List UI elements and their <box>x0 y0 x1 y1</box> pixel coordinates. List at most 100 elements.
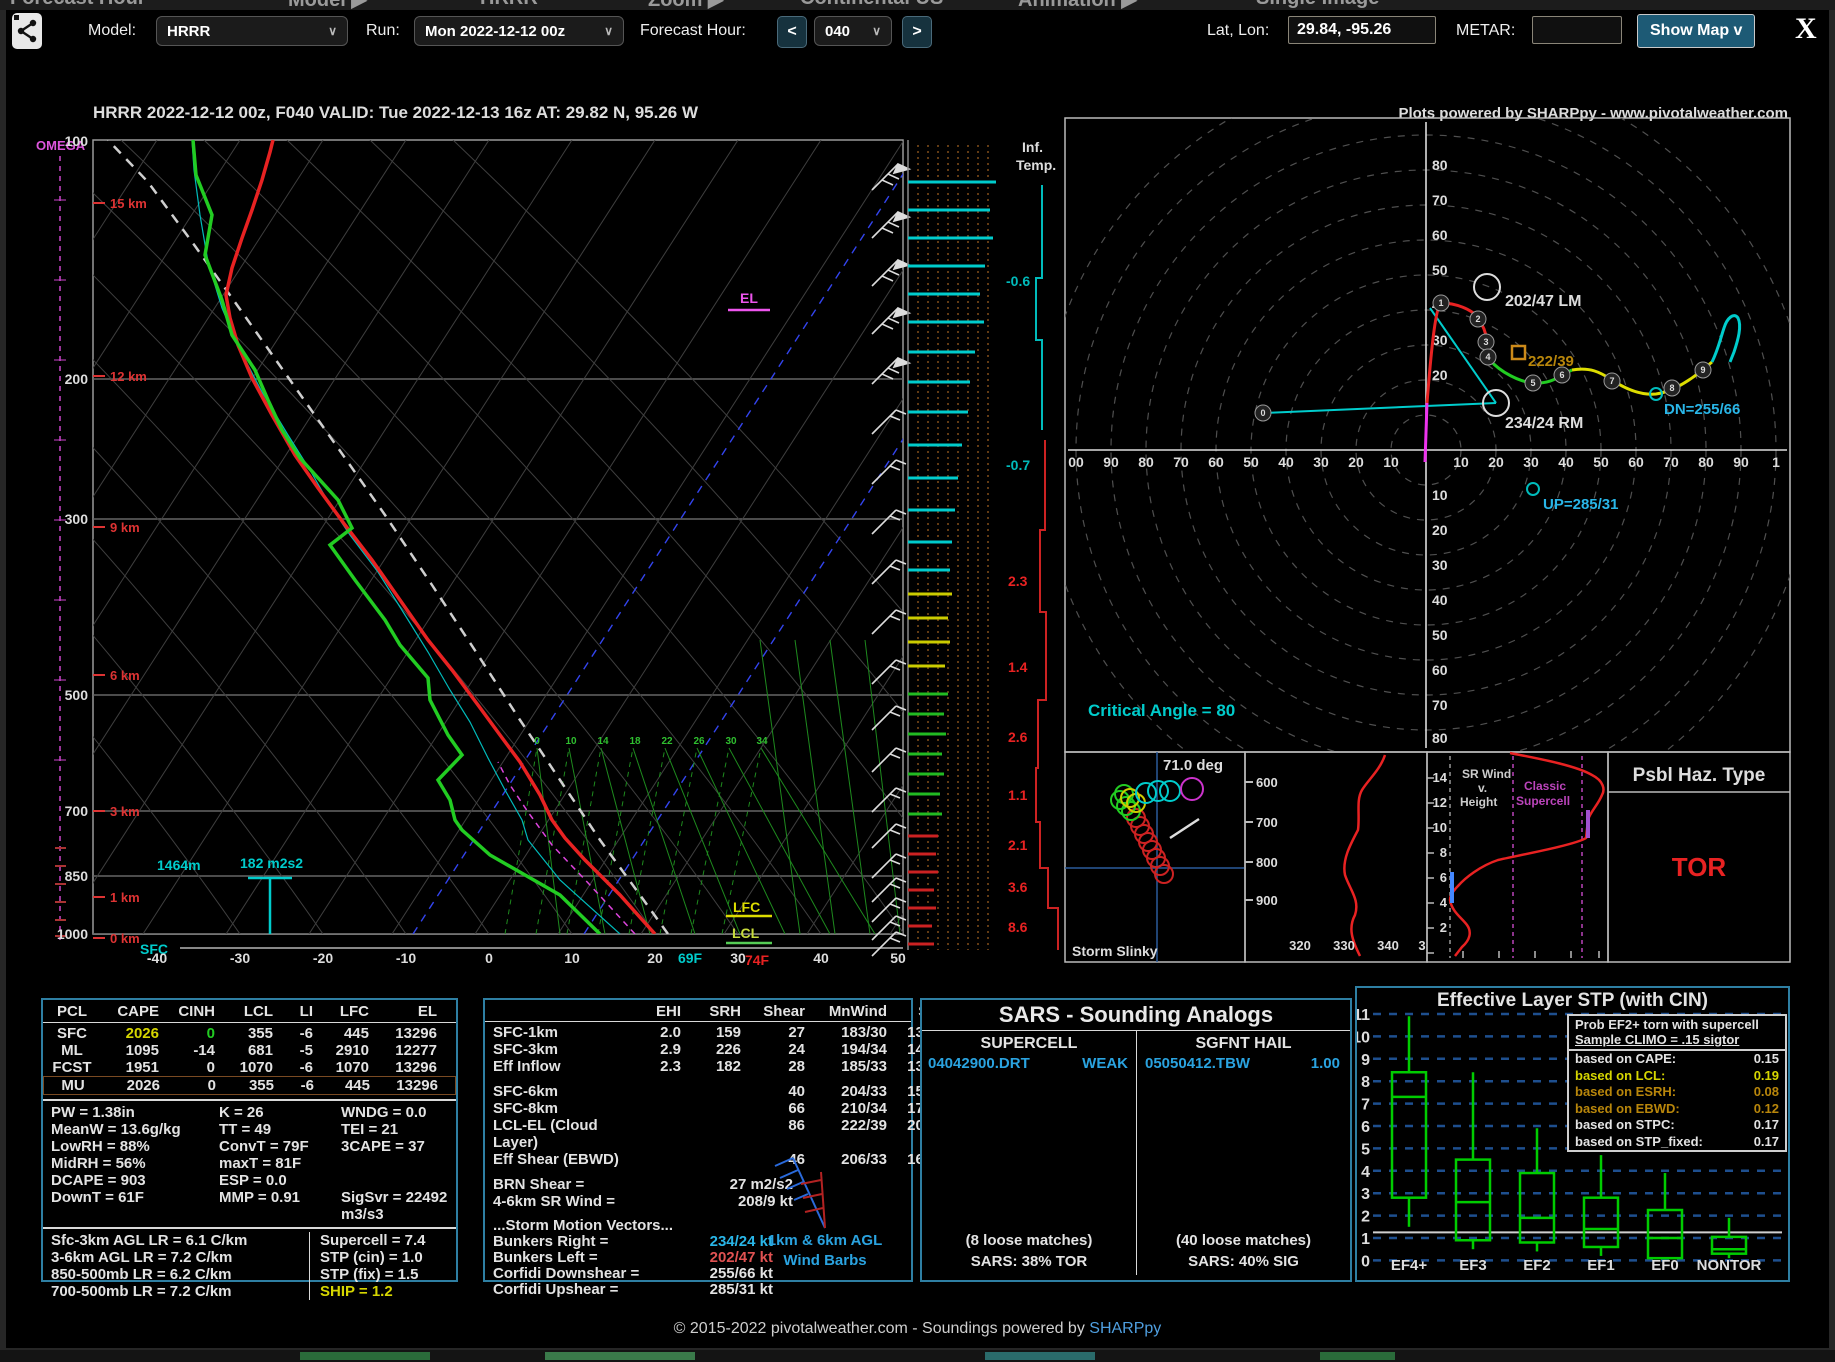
srwind-y-labels: 1412 108 64 2 <box>1433 770 1448 935</box>
mean-wind-marker <box>1512 346 1525 359</box>
thetae-curve <box>1344 755 1385 956</box>
kin-row: SFC-8km 66210/34171/15 <box>485 1100 911 1117</box>
hodograph-ring-labels-down: 1020 3040 5060 7080 <box>1432 487 1448 746</box>
chevron-down-icon: ∨ <box>872 24 881 38</box>
svg-text:60: 60 <box>1432 662 1448 678</box>
lapse-composite-section: Sfc-3km AGL LR = 6.1 C/km3-6km AGL LR = … <box>43 1232 456 1300</box>
svg-text:20: 20 <box>1348 454 1364 470</box>
mean-wind-label: 222/39 <box>1528 353 1574 370</box>
sars-supercell-pct: SARS: 38% TOR <box>922 1253 1136 1270</box>
mixing-ratio-lines <box>505 748 761 934</box>
sars-title: SARS - Sounding Analogs <box>922 1000 1350 1028</box>
forecast-hour-next-button[interactable]: > <box>902 16 932 48</box>
sars-supercell-header: SUPERCELL <box>922 1031 1136 1053</box>
svg-text:50: 50 <box>1243 454 1259 470</box>
svg-text:5: 5 <box>1530 378 1535 388</box>
svg-text:5: 5 <box>1361 1141 1370 1158</box>
hazard-title: Psbl Haz. Type <box>1633 765 1766 786</box>
svg-text:22: 22 <box>661 736 673 747</box>
speed-bars-sfc <box>908 836 938 944</box>
stp-legend-row: based on LCL:0.19 <box>1569 1068 1785 1085</box>
svg-text:300: 300 <box>65 511 89 527</box>
model-select-value: HRRR <box>167 23 210 40</box>
parcel-row-ml: ML1095-14 681-5291012277 <box>43 1042 456 1059</box>
close-button[interactable]: X <box>1795 12 1817 46</box>
svg-text:1.4: 1.4 <box>1008 659 1028 675</box>
sars-hail-match[interactable]: 05050412.TBW <box>1145 1055 1250 1072</box>
svg-text:12 km: 12 km <box>110 369 147 384</box>
svg-text:4: 4 <box>1361 1164 1370 1181</box>
svg-text:700: 700 <box>65 803 89 819</box>
composite-indices: Supercell = 7.4STP (cin) = 1.0 STP (fix)… <box>310 1232 425 1300</box>
sars-supercell-quality: WEAK <box>1082 1055 1128 1072</box>
svg-text:40: 40 <box>1432 592 1448 608</box>
svg-text:-30: -30 <box>230 950 250 966</box>
svg-text:0: 0 <box>485 950 493 966</box>
parcel-row-mu: MU20260 355-644513296 <box>43 1076 456 1095</box>
sharppy-link[interactable]: SHARPpy <box>1089 1320 1161 1337</box>
skewt-frame <box>93 140 903 934</box>
inferred-temp-advection: Inf. Temp. -0.6 -0.7 2.31.4 2.61.1 2.13.… <box>1006 139 1058 950</box>
svg-text:340: 340 <box>1377 938 1399 953</box>
svg-text:9 km: 9 km <box>110 520 140 535</box>
sars-supercell-match[interactable]: 04042900.DRT <box>928 1055 1030 1072</box>
svg-text:3.6: 3.6 <box>1008 879 1028 895</box>
svg-text:15 km: 15 km <box>110 196 147 211</box>
stp-legend-row: based on EBWD:0.12 <box>1569 1101 1785 1118</box>
svg-text:600: 600 <box>1256 775 1278 790</box>
svg-text:90: 90 <box>1103 454 1119 470</box>
svg-text:10: 10 <box>1432 487 1448 503</box>
hazard-panel: Psbl Haz. Type TOR <box>1608 752 1790 962</box>
forecast-hour-value: 040 <box>825 23 850 40</box>
model-select[interactable]: HRRR ∨ <box>156 16 348 46</box>
lcl-label: LCL <box>732 925 760 941</box>
cold-advection-line <box>1036 185 1042 430</box>
sars-hail-loose: (40 loose matches) <box>1137 1232 1350 1249</box>
run-select[interactable]: Mon 2022-12-12 00z ∨ <box>414 16 624 46</box>
stp-legend: Prob EF2+ torn with supercell Sample CLI… <box>1567 1014 1787 1152</box>
svg-text:10: 10 <box>1453 454 1469 470</box>
critical-angle-lines <box>1263 308 1496 413</box>
svg-text:1.1: 1.1 <box>1008 787 1028 803</box>
downdraft-trace <box>498 762 635 934</box>
svg-text:70: 70 <box>1432 192 1448 208</box>
share-button[interactable] <box>12 13 42 49</box>
forecast-hour-select[interactable]: 040 ∨ <box>814 16 892 46</box>
kinematics-box: EHISRH ShearMnWindSRW SFC-1km2.0159 2718… <box>483 998 913 1282</box>
svg-text:00: 00 <box>1068 454 1084 470</box>
kin-row: Eff Inflow2.3182 28185/33138/25 <box>485 1058 911 1075</box>
kin-row: SFC-3km2.9226 24194/34149/22 <box>485 1041 911 1058</box>
svg-text:30: 30 <box>1313 454 1329 470</box>
latlon-input[interactable] <box>1288 16 1436 44</box>
svg-text:20: 20 <box>647 950 663 966</box>
svg-text:EF1: EF1 <box>1587 1257 1615 1274</box>
stp-box: Effective Layer STP (with CIN) 012345678… <box>1355 986 1790 1282</box>
svg-text:18: 18 <box>629 736 641 747</box>
svg-text:1000: 1000 <box>57 926 88 942</box>
dn-label: DN=255/66 <box>1664 401 1740 418</box>
up-label: UP=285/31 <box>1543 496 1618 513</box>
svg-text:30: 30 <box>1523 454 1539 470</box>
svg-text:90: 90 <box>1733 454 1749 470</box>
svg-text:320: 320 <box>1289 938 1311 953</box>
footer: © 2015-2022 pivotalweather.com - Soundin… <box>0 1320 1835 1338</box>
bg-fragment <box>300 1352 430 1360</box>
lapse-rates: Sfc-3km AGL LR = 6.1 C/km3-6km AGL LR = … <box>43 1232 310 1300</box>
advection-value: -0.6 <box>1006 273 1030 289</box>
bg-fragment <box>1320 1352 1395 1360</box>
1km-6km-barb-icon <box>765 1150 855 1240</box>
metar-input[interactable] <box>1532 16 1622 44</box>
forecast-hour-prev-button[interactable]: < <box>777 16 807 48</box>
svg-text:80: 80 <box>1432 157 1448 173</box>
temperature-trace <box>226 140 655 934</box>
svg-text:9: 9 <box>1361 1052 1370 1069</box>
svg-text:500: 500 <box>65 687 89 703</box>
lm-label: 202/47 LM <box>1505 293 1581 310</box>
lfc-label: LFC <box>733 899 760 915</box>
svg-text:80: 80 <box>1432 730 1448 746</box>
show-map-button[interactable]: Show Map v <box>1637 14 1755 48</box>
speed-bars-mid <box>908 594 952 666</box>
run-label: Run: <box>366 22 400 40</box>
isotherms <box>0 140 1402 934</box>
corfidi-up-marker <box>1527 483 1539 495</box>
